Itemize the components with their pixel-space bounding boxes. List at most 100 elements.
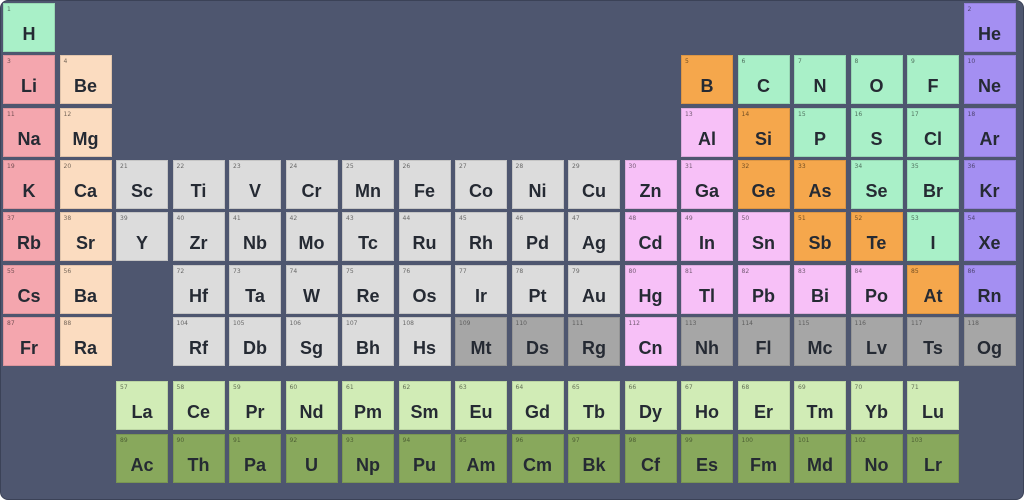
element-cell-cm[interactable]: 96 Cm <box>511 434 564 483</box>
element-cell-ne[interactable]: 10 Ne <box>963 55 1016 105</box>
element-cell-i[interactable]: 53 I <box>907 212 959 262</box>
element-cell-xe[interactable]: 54 Xe <box>963 212 1016 262</box>
element-cell-nd[interactable]: 60 Nd <box>285 381 338 430</box>
element-cell-ca[interactable]: 20 Ca <box>59 159 112 209</box>
element-cell-sn[interactable]: 50 Sn <box>737 212 790 262</box>
element-cell-eu[interactable]: 63 Eu <box>455 381 507 430</box>
element-cell-ir[interactable]: 77 Ir <box>455 264 507 314</box>
element-cell-be[interactable]: 4 Be <box>59 55 112 105</box>
element-cell-f[interactable]: 9F <box>907 55 959 105</box>
element-cell-si[interactable]: 14 Si <box>737 107 790 157</box>
element-cell-hs[interactable]: 108 Hs <box>398 316 451 366</box>
element-cell-sc[interactable]: 21 Sc <box>116 159 168 209</box>
element-cell-bk[interactable]: 97 Bk <box>568 434 620 483</box>
element-cell-pb[interactable]: 82 Pb <box>737 264 790 314</box>
element-cell-pd[interactable]: 46 Pd <box>511 212 564 262</box>
element-cell-al[interactable]: 13 Al <box>681 107 733 157</box>
element-cell-po[interactable]: 84 Po <box>850 264 903 314</box>
element-cell-bi[interactable]: 83 Bi <box>794 264 846 314</box>
element-cell-h[interactable]: 1H <box>3 3 55 52</box>
element-cell-er[interactable]: 68 Er <box>737 381 790 430</box>
element-cell-ru[interactable]: 44 Ru <box>398 212 451 262</box>
element-cell-nb[interactable]: 41 Nb <box>229 212 281 262</box>
element-cell-np[interactable]: 93 Np <box>342 434 394 483</box>
element-cell-cn[interactable]: 112 Cn <box>624 316 677 366</box>
element-cell-w[interactable]: 74 W <box>285 264 338 314</box>
element-cell-ho[interactable]: 67 Ho <box>681 381 733 430</box>
element-cell-tb[interactable]: 65 Tb <box>568 381 620 430</box>
element-cell-nh[interactable]: 113 Nh <box>681 316 733 366</box>
element-cell-v[interactable]: 23 V <box>229 159 281 209</box>
element-cell-os[interactable]: 76 Os <box>398 264 451 314</box>
element-cell-hg[interactable]: 80 Hg <box>624 264 677 314</box>
element-cell-in[interactable]: 49 In <box>681 212 733 262</box>
element-cell-p[interactable]: 15 P <box>794 107 846 157</box>
element-cell-ts[interactable]: 117 Ts <box>907 316 959 366</box>
element-cell-zr[interactable]: 40 Zr <box>172 212 225 262</box>
element-cell-ni[interactable]: 28 Ni <box>511 159 564 209</box>
element-cell-pr[interactable]: 59 Pr <box>229 381 281 430</box>
element-cell-ga[interactable]: 31 Ga <box>681 159 733 209</box>
element-cell-fr[interactable]: 87 Fr <box>3 316 55 366</box>
element-cell-li[interactable]: 3 Li <box>3 55 55 105</box>
element-cell-rh[interactable]: 45 Rh <box>455 212 507 262</box>
element-cell-ac[interactable]: 89 Ac <box>116 434 168 483</box>
element-cell-sb[interactable]: 51 Sb <box>794 212 846 262</box>
element-cell-re[interactable]: 75 Re <box>342 264 394 314</box>
element-cell-y[interactable]: 39 Y <box>116 212 168 262</box>
element-cell-bh[interactable]: 107 Bh <box>342 316 394 366</box>
element-cell-tm[interactable]: 69 Tm <box>794 381 846 430</box>
element-cell-cf[interactable]: 98 Cf <box>624 434 677 483</box>
element-cell-og[interactable]: 118 Og <box>963 316 1016 366</box>
element-cell-ra[interactable]: 88 Ra <box>59 316 112 366</box>
element-cell-am[interactable]: 95 Am <box>455 434 507 483</box>
element-cell-hf[interactable]: 72 Hf <box>172 264 225 314</box>
element-cell-rb[interactable]: 37 Rb <box>3 212 55 262</box>
element-cell-cs[interactable]: 55 Cs <box>3 264 55 314</box>
element-cell-rf[interactable]: 104 Rf <box>172 316 225 366</box>
element-cell-o[interactable]: 8O <box>850 55 903 105</box>
element-cell-pu[interactable]: 94 Pu <box>398 434 451 483</box>
element-cell-n[interactable]: 7N <box>794 55 846 105</box>
element-cell-mt[interactable]: 109 Mt <box>455 316 507 366</box>
element-cell-ar[interactable]: 18 Ar <box>963 107 1016 157</box>
element-cell-dy[interactable]: 66 Dy <box>624 381 677 430</box>
element-cell-db[interactable]: 105 Db <box>229 316 281 366</box>
element-cell-tl[interactable]: 81 Tl <box>681 264 733 314</box>
element-cell-mc[interactable]: 115 Mc <box>794 316 846 366</box>
element-cell-sg[interactable]: 106 Sg <box>285 316 338 366</box>
element-cell-md[interactable]: 101 Md <box>794 434 846 483</box>
element-cell-na[interactable]: 11 Na <box>3 107 55 157</box>
element-cell-fm[interactable]: 100 Fm <box>737 434 790 483</box>
element-cell-fl[interactable]: 114 Fl <box>737 316 790 366</box>
element-cell-pm[interactable]: 61 Pm <box>342 381 394 430</box>
element-cell-ds[interactable]: 110 Ds <box>511 316 564 366</box>
element-cell-gd[interactable]: 64 Gd <box>511 381 564 430</box>
element-cell-at[interactable]: 85 At <box>907 264 959 314</box>
element-cell-te[interactable]: 52 Te <box>850 212 903 262</box>
element-cell-cl[interactable]: 17 Cl <box>907 107 959 157</box>
element-cell-lr[interactable]: 103 Lr <box>907 434 959 483</box>
element-cell-ba[interactable]: 56 Ba <box>59 264 112 314</box>
element-cell-yb[interactable]: 70 Yb <box>850 381 903 430</box>
element-cell-rn[interactable]: 86 Rn <box>963 264 1016 314</box>
element-cell-fe[interactable]: 26 Fe <box>398 159 451 209</box>
element-cell-lv[interactable]: 116 Lv <box>850 316 903 366</box>
element-cell-cr[interactable]: 24 Cr <box>285 159 338 209</box>
element-cell-no[interactable]: 102 No <box>850 434 903 483</box>
element-cell-mo[interactable]: 42 Mo <box>285 212 338 262</box>
element-cell-au[interactable]: 79 Au <box>568 264 620 314</box>
element-cell-ti[interactable]: 22 Ti <box>172 159 225 209</box>
element-cell-th[interactable]: 90 Th <box>172 434 225 483</box>
element-cell-c[interactable]: 6C <box>737 55 790 105</box>
element-cell-br[interactable]: 35 Br <box>907 159 959 209</box>
element-cell-ta[interactable]: 73 Ta <box>229 264 281 314</box>
element-cell-lu[interactable]: 71 Lu <box>907 381 959 430</box>
element-cell-pa[interactable]: 91 Pa <box>229 434 281 483</box>
element-cell-sm[interactable]: 62 Sm <box>398 381 451 430</box>
element-cell-ag[interactable]: 47 Ag <box>568 212 620 262</box>
element-cell-mg[interactable]: 12 Mg <box>59 107 112 157</box>
element-cell-zn[interactable]: 30 Zn <box>624 159 677 209</box>
element-cell-la[interactable]: 57 La <box>116 381 168 430</box>
element-cell-co[interactable]: 27 Co <box>455 159 507 209</box>
